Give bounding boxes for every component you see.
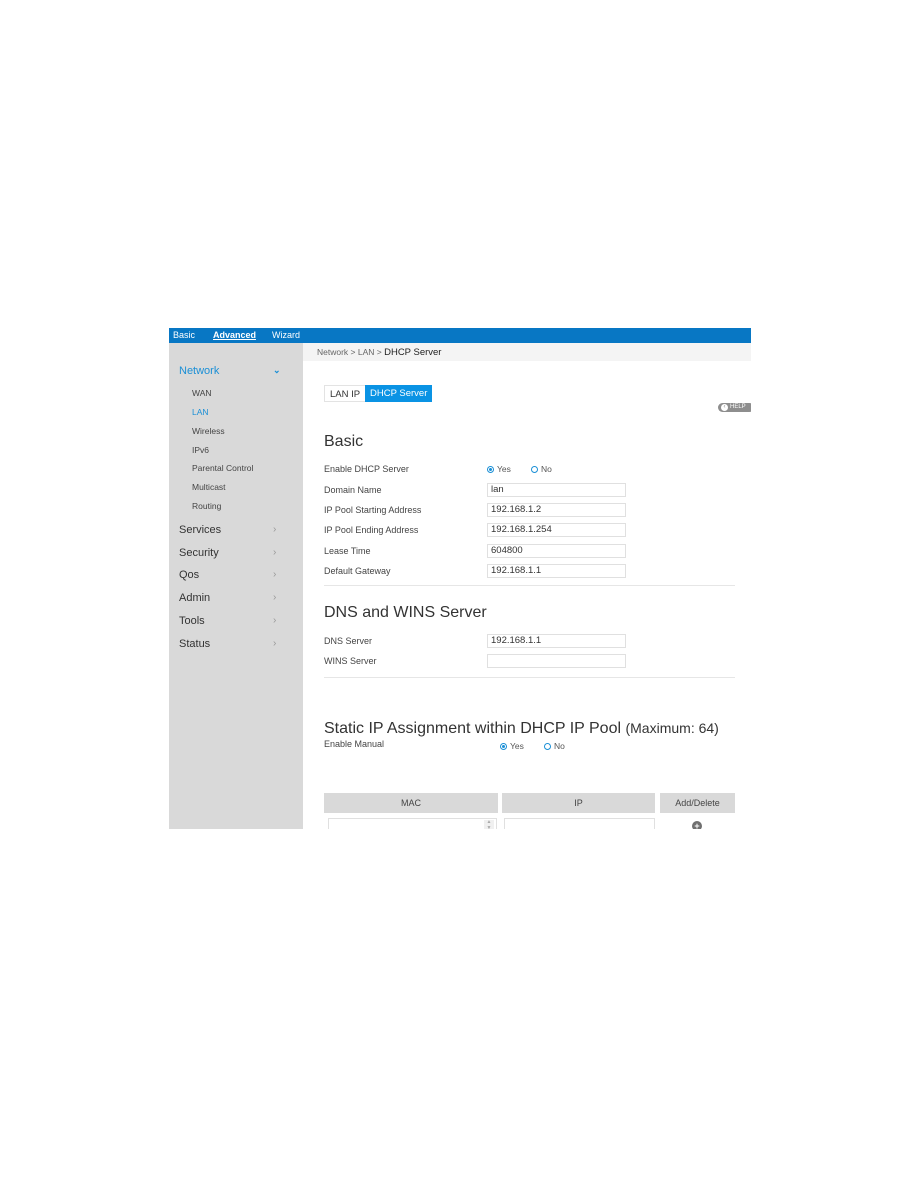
router-admin-page: Basic Advanced Wizard Network ⌄ WAN LAN … <box>169 328 751 829</box>
sidebar-item-tools[interactable]: Tools <box>179 615 205 627</box>
column-header-ip: IP <box>502 793 655 813</box>
enable-manual-no-radio[interactable]: No <box>544 741 565 751</box>
help-button[interactable]: ‹ HELP <box>718 403 751 412</box>
section-divider <box>324 585 735 586</box>
enable-manual-label: Enable Manual <box>324 739 385 749</box>
radio-selected-icon <box>500 743 507 750</box>
top-nav-bar: Basic Advanced Wizard <box>169 328 751 343</box>
enable-dhcp-no-radio[interactable]: No <box>531 464 552 474</box>
default-gateway-input[interactable]: 192.168.1.1 <box>487 564 626 578</box>
sidebar-item-security[interactable]: Security <box>179 547 219 559</box>
chevron-right-icon[interactable]: › <box>273 615 276 626</box>
chevron-right-icon[interactable]: › <box>273 524 276 535</box>
ip-input[interactable] <box>504 818 655 829</box>
tab-wizard[interactable]: Wizard <box>272 329 300 341</box>
sidebar: Network ⌄ WAN LAN Wireless IPv6 Parental… <box>169 343 303 829</box>
breadcrumb-current: DHCP Server <box>384 347 442 358</box>
help-label: HELP <box>730 404 746 410</box>
sidebar-item-status[interactable]: Status <box>179 638 210 650</box>
sidebar-subitem-wireless[interactable]: Wireless <box>192 426 225 436</box>
add-icon[interactable]: + <box>692 821 702 829</box>
enable-dhcp-label: Enable DHCP Server <box>324 464 409 474</box>
sidebar-subitem-routing[interactable]: Routing <box>192 501 221 511</box>
lease-time-input[interactable]: 604800 <box>487 544 626 558</box>
dns-server-label: DNS Server <box>324 636 373 646</box>
sidebar-item-qos[interactable]: Qos <box>179 569 199 581</box>
subtab-dhcp-server[interactable]: DHCP Server <box>365 385 433 402</box>
lease-time-label: Lease Time <box>324 546 371 556</box>
breadcrumb: Network > LAN > DHCP Server <box>303 343 751 361</box>
pool-start-input[interactable]: 192.168.1.2 <box>487 503 626 517</box>
sidebar-subitem-ipv6[interactable]: IPv6 <box>192 445 209 455</box>
subtab-lan-ip[interactable]: LAN IP <box>324 385 367 402</box>
wins-server-label: WINS Server <box>324 656 377 666</box>
radio-unselected-icon <box>544 743 551 750</box>
domain-name-label: Domain Name <box>324 485 382 495</box>
chevron-right-icon[interactable]: › <box>273 547 276 558</box>
sidebar-item-services[interactable]: Services <box>179 524 221 536</box>
domain-name-input[interactable]: lan <box>487 483 626 497</box>
section-title-basic: Basic <box>324 433 364 450</box>
chevron-left-icon: ‹ <box>721 404 728 411</box>
chevron-down-icon[interactable]: ⌄ <box>273 365 281 376</box>
mac-input[interactable]: ▲ ▼ <box>328 818 497 829</box>
radio-unselected-icon <box>531 466 538 473</box>
section-title-static-ip: Static IP Assignment within DHCP IP Pool… <box>324 720 719 737</box>
chevron-right-icon[interactable]: › <box>273 638 276 649</box>
sidebar-subitem-parental-control[interactable]: Parental Control <box>192 463 253 473</box>
spinner-icon[interactable]: ▲ ▼ <box>484 819 494 829</box>
chevron-right-icon[interactable]: › <box>273 592 276 603</box>
pool-end-input[interactable]: 192.168.1.254 <box>487 523 626 537</box>
sidebar-subitem-wan[interactable]: WAN <box>192 388 212 398</box>
wins-server-input[interactable] <box>487 654 626 668</box>
breadcrumb-path: Network > LAN > <box>317 347 385 357</box>
dns-server-input[interactable]: 192.168.1.1 <box>487 634 626 648</box>
tab-basic[interactable]: Basic <box>173 329 195 341</box>
enable-dhcp-yes-radio[interactable]: Yes <box>487 464 511 474</box>
pool-start-label: IP Pool Starting Address <box>324 505 422 515</box>
tab-advanced[interactable]: Advanced <box>213 329 256 341</box>
section-divider <box>324 677 735 678</box>
sidebar-item-network[interactable]: Network <box>179 365 219 377</box>
main-content: LAN IP DHCP Server ‹ HELP Basic Enable D… <box>303 361 751 829</box>
column-header-add-delete: Add/Delete <box>660 793 735 813</box>
section-title-dns: DNS and WINS Server <box>324 604 487 621</box>
sidebar-item-admin[interactable]: Admin <box>179 592 210 604</box>
pool-end-label: IP Pool Ending Address <box>324 525 419 535</box>
enable-manual-yes-radio[interactable]: Yes <box>500 741 524 751</box>
default-gateway-label: Default Gateway <box>324 566 391 576</box>
column-header-mac: MAC <box>324 793 498 813</box>
sidebar-subitem-lan[interactable]: LAN <box>192 407 209 417</box>
sidebar-subitem-multicast[interactable]: Multicast <box>192 482 226 492</box>
radio-selected-icon <box>487 466 494 473</box>
chevron-right-icon[interactable]: › <box>273 569 276 580</box>
